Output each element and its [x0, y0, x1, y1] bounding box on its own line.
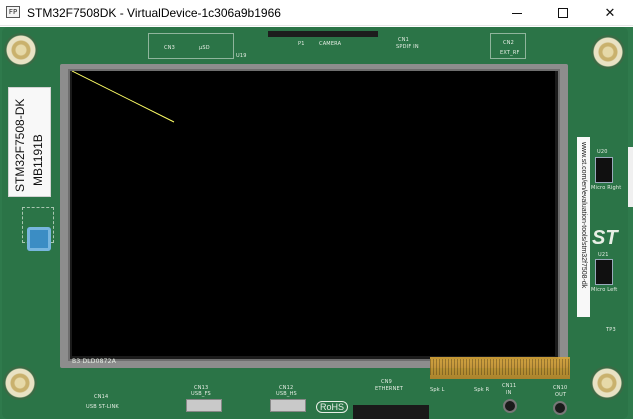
silk-spk-l: Spk L	[430, 387, 445, 393]
silk-in: IN	[506, 390, 512, 396]
window-title-bar[interactable]: FP STM32F7508DK - VirtualDevice-1c306a9b…	[0, 0, 633, 26]
silk-cn2: CN2	[503, 40, 515, 46]
silk-usb-stlink: USB ST-LINK	[86, 404, 119, 410]
microphone-right	[595, 157, 613, 183]
silk-cn3: CN3	[164, 45, 176, 51]
silk-p1: P1	[298, 41, 305, 47]
usd-slot-outline	[148, 33, 234, 59]
silk-ext-rf: EXT_RF	[500, 50, 520, 56]
mount-hole-bottom-left	[3, 366, 37, 400]
usb-fs-port[interactable]	[186, 399, 222, 412]
silk-cn1: CN1	[398, 37, 410, 43]
app-icon: FP	[6, 6, 20, 18]
board-label-card: STM32F7508-DK MB1191B	[8, 87, 51, 197]
silk-usb-hs: USB_HS	[276, 391, 297, 397]
ethernet-port[interactable]	[353, 405, 429, 419]
st-logo-icon: ST	[592, 227, 618, 249]
minimize-icon	[512, 12, 522, 14]
silk-camera: CAMERA	[319, 41, 342, 47]
silk-u20: U20	[597, 149, 608, 155]
silk-usb-fs: USB_FS	[191, 391, 211, 397]
board-view: CN3 µSD U19 P1 CAMERA CN1 SPDIF IN CN2 E…	[0, 27, 633, 419]
usb-hs-port[interactable]	[270, 399, 306, 412]
silk-cn11: CN11	[502, 383, 517, 389]
maximize-icon	[558, 8, 568, 18]
board-part-number: MB1191B	[31, 134, 45, 186]
silk-ethernet: ETHERNET	[375, 386, 404, 392]
close-button[interactable]: ✕	[587, 0, 633, 26]
silk-micro-right: Micro Right	[591, 185, 622, 191]
silk-cn9: CN9	[381, 379, 393, 385]
user-button[interactable]	[27, 227, 51, 251]
silk-u19: U19	[236, 53, 247, 59]
rohs-mark: RoHS	[316, 401, 349, 413]
board-url: www.st.com/en/evaluation-tools/stm32f750…	[580, 142, 587, 289]
board-edge	[628, 147, 633, 207]
board-name: STM32F7508-DK	[13, 98, 27, 192]
silk-cn10: CN10	[553, 385, 568, 391]
silk-tp3: TP3	[606, 327, 616, 333]
minimize-button[interactable]	[494, 0, 540, 26]
audio-out-jack[interactable]	[553, 401, 567, 415]
microphone-left	[595, 259, 613, 285]
silk-out: OUT	[555, 392, 567, 398]
silk-micro-left: Micro Left	[591, 287, 618, 293]
audio-in-jack[interactable]	[503, 399, 517, 413]
silk-spk-r: Spk R	[474, 387, 490, 393]
window-title: STM32F7508DK - VirtualDevice-1c306a9b196…	[27, 6, 281, 20]
close-icon: ✕	[604, 5, 616, 20]
camera-connector	[268, 31, 378, 37]
mount-hole-bottom-right	[590, 366, 624, 400]
silk-u21: U21	[598, 252, 609, 258]
mount-hole-top-right	[591, 35, 625, 69]
mount-hole-top-left	[4, 33, 38, 67]
silk-usd: µSD	[199, 45, 210, 51]
lcd-drawn-line	[72, 71, 175, 123]
lcd-code: B3 DLD0872A	[72, 358, 116, 365]
silk-cn14: CN14	[94, 394, 109, 400]
silk-spdif: SPDIF IN	[396, 44, 419, 50]
maximize-button[interactable]	[540, 0, 586, 26]
lcd-ribbon-stripes	[430, 359, 570, 375]
